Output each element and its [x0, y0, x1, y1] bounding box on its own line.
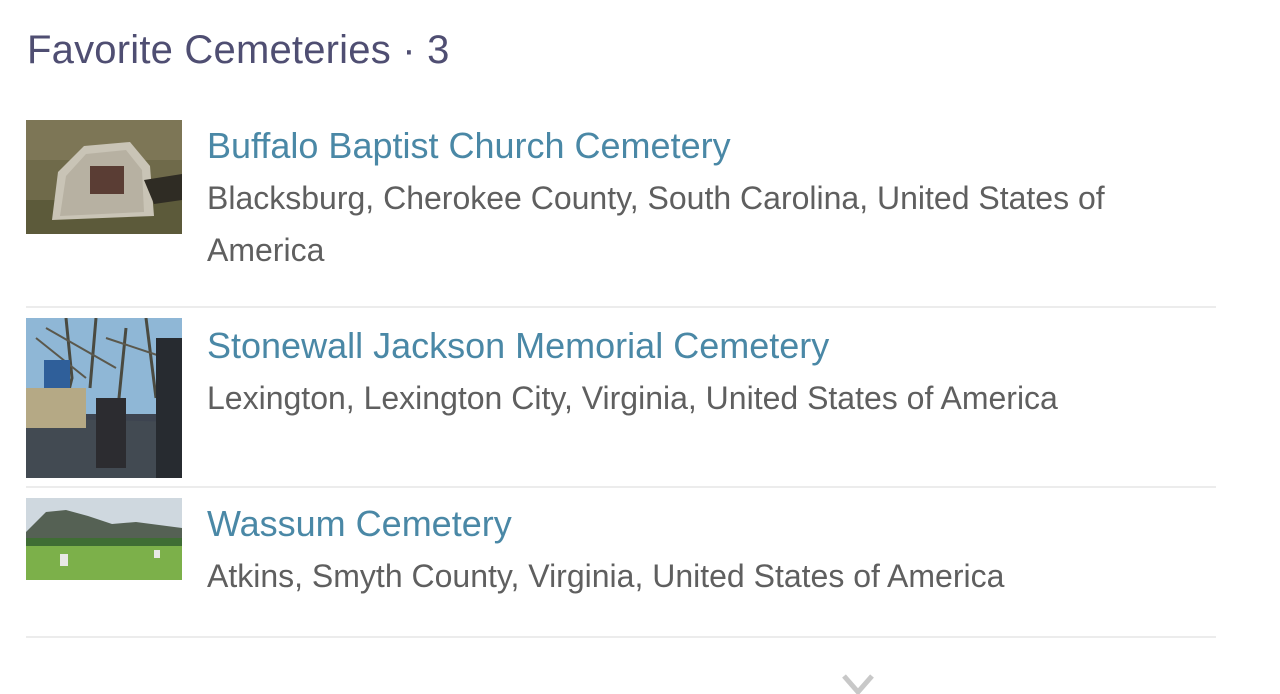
list-item: Buffalo Baptist Church Cemetery Blacksbu… [26, 110, 1216, 308]
cemetery-photo[interactable] [26, 498, 182, 580]
cemetery-location: Lexington, Lexington City, Virginia, Uni… [207, 380, 1058, 416]
cemetery-info: Wassum Cemetery Atkins, Smyth County, Vi… [207, 502, 1176, 602]
cemetery-name-link[interactable]: Buffalo Baptist Church Cemetery [207, 124, 1176, 168]
cemetery-photo[interactable] [26, 318, 182, 478]
cemetery-photo[interactable] [26, 120, 182, 234]
cemetery-info: Stonewall Jackson Memorial Cemetery Lexi… [207, 324, 1176, 424]
list-item: Wassum Cemetery Atkins, Smyth County, Vi… [26, 488, 1216, 638]
list-item: Stonewall Jackson Memorial Cemetery Lexi… [26, 308, 1216, 488]
chevron-down-icon[interactable] [838, 668, 878, 694]
section-title: Favorite Cemeteries [27, 28, 391, 72]
section-separator: · [390, 28, 428, 72]
cemetery-info: Buffalo Baptist Church Cemetery Blacksbu… [207, 124, 1176, 276]
cemetery-list: Buffalo Baptist Church Cemetery Blacksbu… [26, 110, 1216, 638]
cemetery-name-link[interactable]: Wassum Cemetery [207, 502, 1176, 546]
cemetery-count: 3 [427, 28, 450, 72]
favorite-cemeteries-panel: Favorite Cemeteries · 3 Buffalo Baptist … [0, 0, 1280, 694]
cemetery-location: Atkins, Smyth County, Virginia, United S… [207, 558, 1005, 594]
section-heading: Favorite Cemeteries · 3 [27, 28, 450, 73]
cemetery-location: Blacksburg, Cherokee County, South Carol… [207, 180, 1105, 268]
cemetery-name-link[interactable]: Stonewall Jackson Memorial Cemetery [207, 324, 1176, 368]
